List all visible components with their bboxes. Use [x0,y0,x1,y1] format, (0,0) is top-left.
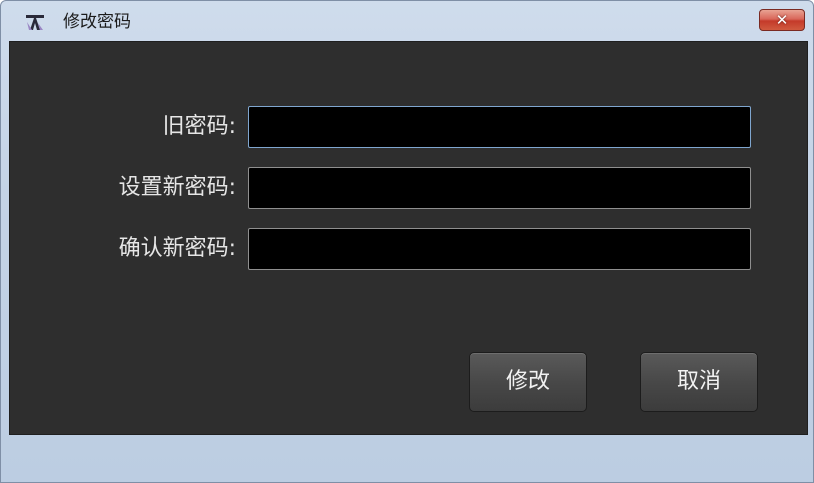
title-bar[interactable]: 修改密码 ✕ [1,1,813,41]
change-password-dialog: 修改密码 ✕ 旧密码: 设置新密码: 确认新密码: 修改 取消 [0,0,814,483]
old-password-label: 旧密码: [162,114,236,139]
cancel-button[interactable]: 取消 [640,352,758,412]
app-tool-icon [26,15,44,30]
confirm-password-label: 确认新密码: [118,236,236,261]
modify-button[interactable]: 修改 [469,352,587,412]
new-password-input[interactable] [248,167,751,209]
dialog-body: 旧密码: 设置新密码: 确认新密码: 修改 取消 [9,41,808,435]
new-password-label: 设置新密码: [118,175,236,200]
close-button[interactable]: ✕ [759,9,805,31]
old-password-input[interactable] [248,106,751,148]
close-icon: ✕ [775,11,789,29]
window-title: 修改密码 [63,12,131,32]
confirm-password-input[interactable] [248,228,751,270]
